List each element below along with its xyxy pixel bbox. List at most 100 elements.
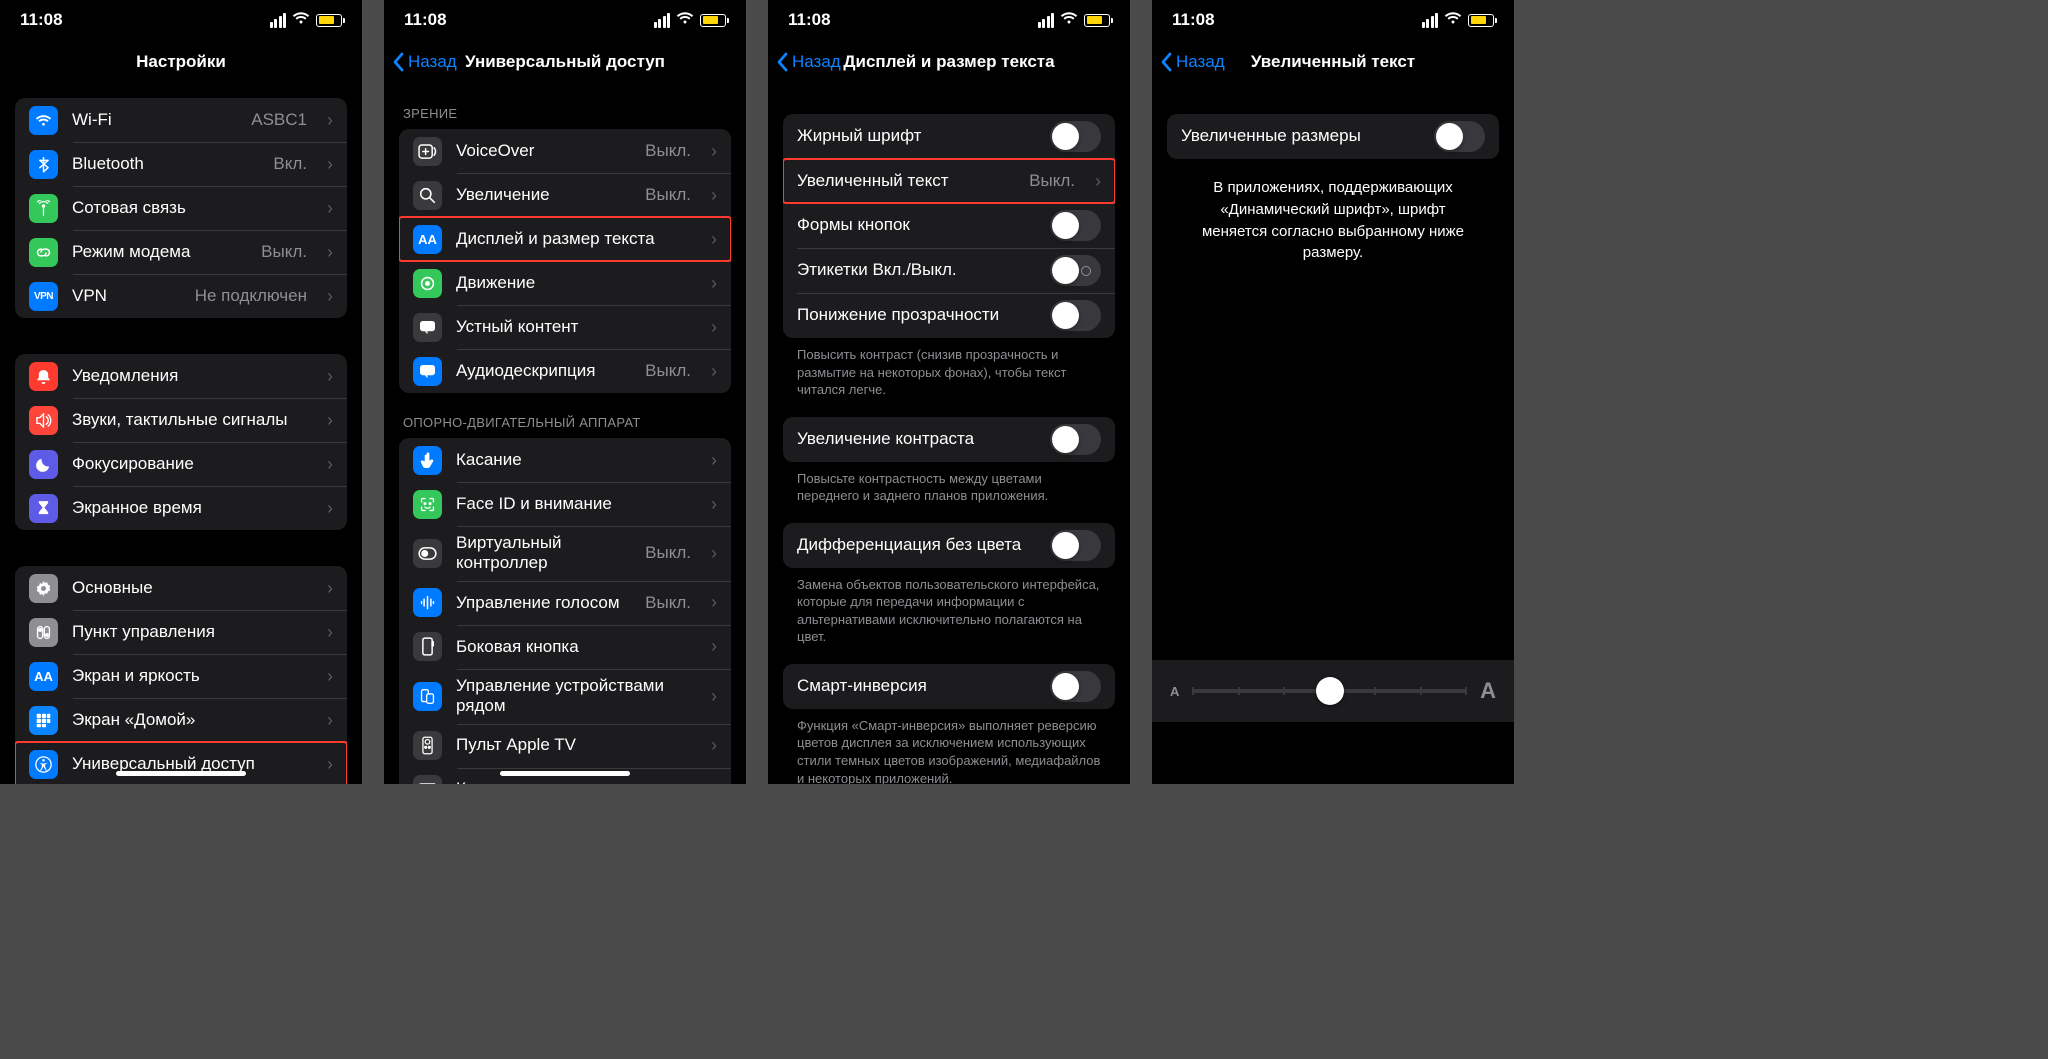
vision-group: VoiceOver Выкл. › УвеличениеВыкл.›AAДисплей… [399,129,731,393]
settings-row[interactable]: Экранное время› [15,486,347,530]
row-value: Выкл. [645,141,691,161]
settings-row[interactable]: VPNVPNНе подключен› [15,274,347,318]
home-indicator[interactable] [116,771,246,776]
wifi-icon [1060,11,1078,29]
row-label: Формы кнопок [797,215,1036,235]
side-icon [413,632,442,661]
toggle[interactable] [1050,671,1101,702]
toggle-larger-sizes[interactable] [1434,121,1485,152]
settings-row[interactable]: AAЭкран и яркость› [15,654,347,698]
status-bar: 11:08 [0,0,362,40]
chevron-icon: › [711,317,717,338]
slider-tick [1192,687,1194,695]
sound-icon [29,406,58,435]
slider-thumb[interactable] [1316,677,1344,705]
slider-tick [1283,687,1285,695]
text-group-3: Дифференциация без цвета [783,523,1115,568]
wifi-icon [676,11,694,29]
row-label: Пункт управления [72,622,307,642]
settings-row[interactable]: AAДисплей и размер текста› [399,217,731,261]
settings-row[interactable]: Увеличенный текстВыкл.› [783,159,1115,203]
settings-row[interactable]: Этикетки Вкл./Выкл. [783,248,1115,293]
settings-group-notifications: Уведомления›Звуки, тактильные сигналы›Фо… [15,354,347,530]
phone-larger-text: 11:08 Назад Увеличенный текст Увеличенны… [1152,0,1514,784]
row-larger-sizes[interactable]: Увеличенные размеры [1167,114,1499,159]
row-label: Жирный шрифт [797,126,1036,146]
settings-row[interactable]: Фокусирование› [15,442,347,486]
settings-row[interactable]: VoiceOverВыкл.› [399,129,731,173]
vo-icon [413,137,442,166]
navbar: Назад Увеличенный текст [1152,40,1514,84]
row-label: Увеличение [456,185,631,205]
status-indicators [1422,11,1495,29]
slider-tick [1465,687,1467,695]
back-label: Назад [1176,52,1225,72]
settings-row[interactable]: Смарт-инверсия [783,664,1115,709]
slider-max-icon: A [1480,678,1496,704]
row-label: Звуки, тактильные сигналы [72,410,307,430]
chevron-icon: › [711,229,717,250]
toggle[interactable] [1050,530,1101,561]
settings-row[interactable]: Wi-FiASBC1› [15,98,347,142]
settings-row[interactable]: BluetoothВкл.› [15,142,347,186]
settings-row[interactable]: АудиодескрипцияВыкл.› [399,349,731,393]
settings-row[interactable]: Пульт Apple TV› [399,724,731,768]
settings-row[interactable]: Дифференциация без цвета [783,523,1115,568]
back-button[interactable]: Назад [776,40,841,84]
settings-row[interactable]: Управление голосомВыкл.› [399,581,731,625]
settings-row[interactable]: Уведомления› [15,354,347,398]
cellular-icon [1422,13,1439,28]
settings-row[interactable]: Сотовая связь› [15,186,347,230]
row-label: Основные [72,578,307,598]
settings-row[interactable]: Экран «Домой»› [15,698,347,742]
settings-row[interactable]: Движение› [399,261,731,305]
status-time: 11:08 [404,10,447,30]
row-label: Экранное время [72,498,307,518]
toggle[interactable] [1050,424,1101,455]
bt-icon [29,150,58,179]
chevron-icon: › [1095,171,1101,192]
zoom-icon [413,181,442,210]
settings-row[interactable]: Боковая кнопка› [399,625,731,669]
chevron-icon: › [327,198,333,219]
chevron-icon: › [327,666,333,687]
settings-row[interactable]: Касание› [399,438,731,482]
settings-row[interactable]: Пункт управления› [15,610,347,654]
settings-row[interactable]: Понижение прозрачности [783,293,1115,338]
settings-row[interactable]: Звуки, тактильные сигналы› [15,398,347,442]
text-size-slider[interactable] [1193,676,1466,706]
toggle[interactable] [1050,121,1101,152]
row-value: Вкл. [273,154,307,174]
settings-group-network: Wi-FiASBC1›BluetoothВкл.›Сотовая связь›Р… [15,98,347,318]
settings-row[interactable]: Формы кнопок [783,203,1115,248]
battery-icon [316,14,342,27]
toggle[interactable] [1050,255,1101,286]
settings-row[interactable]: Устный контент› [399,305,731,349]
back-button[interactable]: Назад [1160,40,1225,84]
vpn-icon: VPN [29,282,58,311]
row-label: Wi-Fi [72,110,237,130]
settings-row[interactable]: Режим модемаВыкл.› [15,230,347,274]
status-indicators [270,11,343,29]
home-indicator[interactable] [500,771,630,776]
slider-tick [1238,687,1240,695]
settings-row[interactable]: Универсальный доступ› [15,742,347,784]
row-label: VoiceOver [456,141,631,161]
text-group-4: Смарт-инверсия [783,664,1115,709]
settings-row[interactable]: Увеличение контраста [783,417,1115,462]
group-header-motor: ОПОРНО-ДВИГАТЕЛЬНЫЙ АППАРАТ [399,393,731,438]
motion-icon [413,269,442,298]
settings-row[interactable]: Face ID и внимание› [399,482,731,526]
toggle[interactable] [1050,210,1101,241]
chevron-icon: › [327,242,333,263]
settings-row[interactable]: Жирный шрифт [783,114,1115,159]
settings-row[interactable]: Виртуальный контроллерВыкл.› [399,526,731,581]
chevron-icon: › [327,286,333,307]
settings-row[interactable]: Основные› [15,566,347,610]
row-label: Экран и яркость [72,666,307,686]
toggle[interactable] [1050,300,1101,331]
settings-row[interactable]: Управление устройствами рядом› [399,669,731,724]
settings-row[interactable]: УвеличениеВыкл.› [399,173,731,217]
cellular-icon [270,13,287,28]
back-button[interactable]: Назад [392,40,457,84]
